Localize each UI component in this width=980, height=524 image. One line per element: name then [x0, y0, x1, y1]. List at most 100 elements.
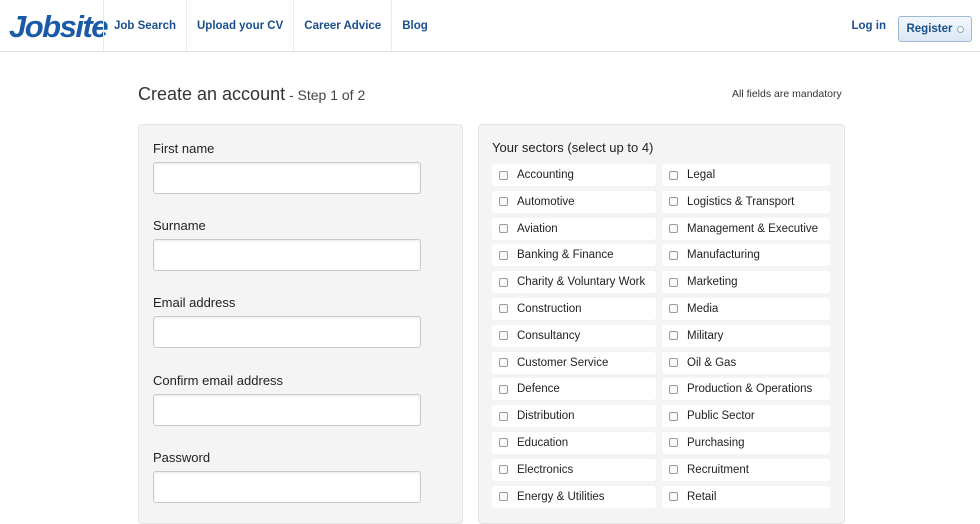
sector-automotive[interactable]: Automotive [492, 190, 656, 213]
sector-media[interactable]: Media [662, 297, 830, 320]
sector-marketing[interactable]: Marketing [662, 271, 830, 294]
sector-label: Distribution [517, 410, 575, 423]
checkbox-icon[interactable] [499, 304, 508, 314]
site-header: Jobsite Job Search Upload your CV Career… [0, 0, 980, 52]
sector-banking-finance[interactable]: Banking & Finance [492, 244, 656, 267]
sector-label: Logistics & Transport [687, 195, 795, 208]
sector-production-operations[interactable]: Production & Operations [662, 378, 830, 401]
checkbox-icon[interactable] [669, 438, 678, 448]
sector-public-sector[interactable]: Public Sector [662, 405, 830, 428]
first-name-input[interactable] [153, 162, 421, 194]
email-label: Email address [153, 295, 236, 310]
checkbox-icon[interactable] [499, 411, 508, 421]
sector-defence[interactable]: Defence [492, 378, 656, 401]
sector-aviation[interactable]: Aviation [492, 217, 656, 240]
checkbox-icon[interactable] [499, 250, 508, 260]
login-link[interactable]: Log in [852, 20, 887, 32]
sector-label: Consultancy [517, 329, 581, 342]
checkbox-icon[interactable] [499, 224, 508, 234]
register-label: Register [906, 23, 953, 35]
checkbox-icon[interactable] [499, 465, 508, 475]
checkbox-icon[interactable] [669, 277, 678, 287]
sector-legal[interactable]: Legal [662, 164, 830, 186]
sector-purchasing[interactable]: Purchasing [662, 431, 830, 454]
sector-charity-voluntary-work[interactable]: Charity & Voluntary Work [492, 271, 656, 294]
first-name-field: First name [153, 141, 453, 194]
personal-details-panel: First name Surname Email address Confirm… [138, 124, 463, 524]
sector-label: Customer Service [517, 356, 609, 369]
confirm-email-input[interactable] [153, 394, 421, 426]
password-label: Password [153, 450, 211, 465]
sector-label: Defence [517, 383, 560, 396]
sector-education[interactable]: Education [492, 431, 656, 454]
checkbox-icon[interactable] [669, 384, 678, 394]
nav-job-search[interactable]: Job Search [104, 0, 187, 51]
checkbox-icon[interactable] [669, 331, 678, 341]
sector-label: Media [687, 302, 719, 315]
sector-accounting[interactable]: Accounting [492, 164, 656, 186]
checkbox-icon[interactable] [669, 170, 678, 180]
sector-label: Oil & Gas [687, 356, 737, 369]
checkbox-icon[interactable] [499, 277, 508, 287]
sector-oil-gas[interactable]: Oil & Gas [662, 351, 830, 374]
nav-career-advice[interactable]: Career Advice [294, 0, 393, 51]
sector-consultancy[interactable]: Consultancy [492, 324, 656, 347]
email-input[interactable] [153, 316, 421, 348]
checkbox-icon[interactable] [669, 250, 678, 260]
checkbox-icon[interactable] [499, 492, 508, 502]
sector-distribution[interactable]: Distribution [492, 405, 656, 428]
sector-logistics-transport[interactable]: Logistics & Transport [662, 190, 830, 213]
checkbox-icon[interactable] [669, 411, 678, 421]
mandatory-note: All fields are mandatory [732, 88, 842, 100]
sectors-title: Your sectors (select up to 4) [492, 140, 654, 155]
sector-label: Production & Operations [687, 383, 813, 396]
sector-label: Education [517, 436, 569, 449]
sector-manufacturing[interactable]: Manufacturing [662, 244, 830, 267]
checkbox-icon[interactable] [499, 331, 508, 341]
radio-dot-icon [956, 25, 964, 33]
surname-field: Surname [153, 218, 453, 271]
checkbox-icon[interactable] [669, 358, 678, 368]
checkbox-icon[interactable] [669, 492, 678, 502]
sector-construction[interactable]: Construction [492, 297, 656, 320]
sector-label: Accounting [517, 169, 574, 181]
sector-military[interactable]: Military [662, 324, 830, 347]
sector-label: Military [687, 329, 724, 342]
password-input[interactable] [153, 471, 421, 503]
checkbox-icon[interactable] [499, 438, 508, 448]
sectors-panel: Your sectors (select up to 4) Accounting… [478, 124, 845, 524]
sector-energy-utilities[interactable]: Energy & Utilities [492, 485, 656, 508]
sector-label: Energy & Utilities [517, 490, 605, 503]
sector-recruitment[interactable]: Recruitment [662, 458, 830, 481]
sector-retail[interactable]: Retail [662, 485, 830, 508]
checkbox-icon[interactable] [669, 197, 678, 207]
checkbox-icon[interactable] [669, 304, 678, 314]
confirm-email-field: Confirm email address [153, 373, 453, 426]
nav-upload-cv[interactable]: Upload your CV [187, 0, 295, 51]
checkbox-icon[interactable] [669, 465, 678, 475]
sector-label: Marketing [687, 276, 738, 289]
checkbox-icon[interactable] [669, 224, 678, 234]
sector-label: Recruitment [687, 463, 749, 476]
main-nav: Job Search Upload your CV Career Advice … [104, 0, 438, 51]
checkbox-icon[interactable] [499, 358, 508, 368]
password-field: Password [153, 450, 453, 503]
surname-input[interactable] [153, 239, 421, 271]
checkbox-icon[interactable] [499, 170, 508, 180]
sector-label: Construction [517, 302, 582, 315]
sector-label: Charity & Voluntary Work [517, 276, 646, 289]
sector-management-executive[interactable]: Management & Executive [662, 217, 830, 240]
page-step: - Step 1 of 2 [285, 87, 366, 103]
nav-blog[interactable]: Blog [392, 0, 438, 51]
register-button[interactable]: Register [898, 16, 972, 42]
checkbox-icon[interactable] [499, 384, 508, 394]
confirm-email-label: Confirm email address [153, 373, 284, 388]
sector-electronics[interactable]: Electronics [492, 458, 656, 481]
sector-label: Electronics [517, 463, 574, 476]
checkbox-icon[interactable] [499, 197, 508, 207]
sector-customer-service[interactable]: Customer Service [492, 351, 656, 374]
sector-label: Automotive [517, 195, 575, 208]
email-field: Email address [153, 295, 453, 348]
sector-label: Retail [687, 490, 717, 503]
jobsite-logo[interactable]: Jobsite [9, 10, 109, 44]
